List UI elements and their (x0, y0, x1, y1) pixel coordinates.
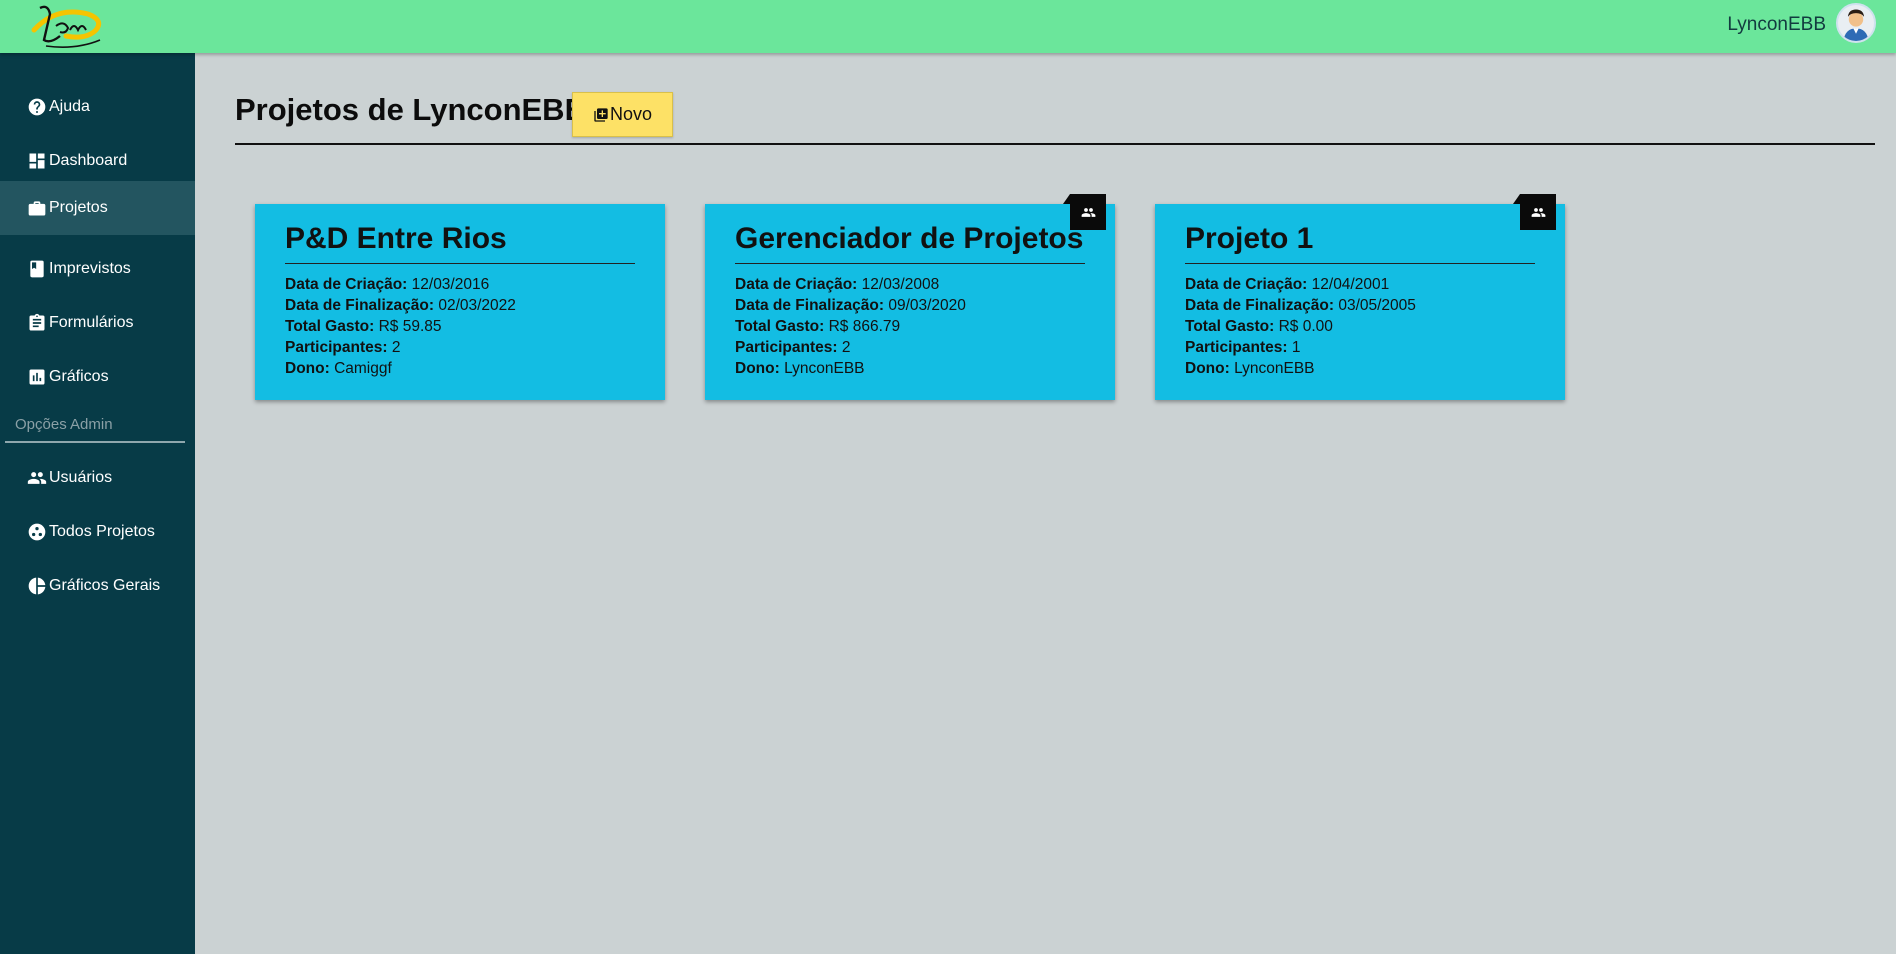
sidebar-item-ajuda[interactable]: Ajuda (0, 80, 195, 134)
project-name: Gerenciador de Projetos (735, 222, 1084, 255)
project-card[interactable]: P&D Entre Rios Data de Criação: 12/03/20… (255, 204, 665, 400)
sidebar-item-label: Ajuda (49, 98, 90, 115)
top-bar: LynconEBB (0, 0, 1896, 53)
sidebar-item-label: Formulários (49, 314, 134, 331)
spent-value: R$ 0.00 (1278, 318, 1333, 335)
people-icon (1531, 207, 1545, 217)
created-label: Data de Criação: (735, 276, 858, 293)
created-label: Data de Criação: (285, 276, 408, 293)
owner-value: LynconEBB (1234, 360, 1315, 377)
user-avatar[interactable] (1836, 3, 1876, 43)
sidebar-item-graficos[interactable]: Gráficos (0, 350, 195, 404)
participants-label: Participantes: (735, 339, 838, 356)
bar-chart-icon (27, 367, 47, 387)
sidebar-item-usuarios[interactable]: Usuários (0, 451, 195, 505)
clipboard-icon (27, 313, 47, 333)
participants-value: 2 (391, 339, 401, 356)
spent-label: Total Gasto: (1185, 318, 1275, 335)
project-details: Data de Criação: 12/04/2001 Data de Fina… (1185, 274, 1416, 379)
dashboard-icon (27, 151, 47, 171)
new-project-button[interactable]: Novo (572, 92, 673, 137)
sidebar: Ajuda Dashboard Projetos Imprevistos For… (0, 53, 195, 954)
sidebar-item-label: Imprevistos (49, 260, 131, 277)
created-value: 12/03/2008 (861, 276, 940, 293)
sidebar-item-label: Dashboard (49, 152, 128, 169)
sidebar-item-label: Todos Projetos (49, 523, 155, 540)
sidebar-item-label: Gráficos (49, 368, 109, 385)
briefcase-icon (27, 198, 47, 218)
participants-label: Participantes: (285, 339, 388, 356)
book-icon (27, 259, 47, 279)
sidebar-item-label: Projetos (49, 199, 108, 216)
project-card[interactable]: Projeto 1 Data de Criação: 12/04/2001 Da… (1155, 194, 1565, 400)
shared-badge (1513, 194, 1556, 230)
card-divider (285, 263, 635, 264)
sidebar-item-projetos[interactable]: Projetos (0, 181, 195, 235)
sidebar-item-imprevistos[interactable]: Imprevistos (0, 242, 195, 296)
finished-value: 02/03/2022 (438, 297, 516, 314)
finished-label: Data de Finalização: (1185, 297, 1335, 314)
sidebar-item-todos-projetos[interactable]: Todos Projetos (0, 505, 195, 559)
sidebar-item-dashboard[interactable]: Dashboard (0, 134, 195, 188)
owner-value: Camiggf (334, 360, 392, 377)
sidebar-item-formularios[interactable]: Formulários (0, 296, 195, 350)
created-value: 12/04/2001 (1311, 276, 1390, 293)
pie-chart-icon (27, 576, 47, 596)
owner-label: Dono: (735, 360, 780, 377)
participants-value: 1 (1291, 339, 1301, 356)
card-divider (735, 263, 1085, 264)
project-card[interactable]: Gerenciador de Projetos Data de Criação:… (705, 194, 1115, 400)
spent-value: R$ 59.85 (378, 318, 442, 335)
finished-value: 09/03/2020 (888, 297, 966, 314)
sidebar-item-graficos-gerais[interactable]: Gráficos Gerais (0, 559, 195, 613)
user-name[interactable]: LynconEBB (1727, 14, 1826, 36)
created-value: 12/03/2016 (411, 276, 490, 293)
spent-value: R$ 866.79 (828, 318, 901, 335)
admin-divider (5, 441, 185, 443)
help-circle-icon (27, 97, 47, 117)
spent-label: Total Gasto: (735, 318, 825, 335)
participants-label: Participantes: (1185, 339, 1288, 356)
project-details: Data de Criação: 12/03/2016 Data de Fina… (285, 274, 516, 379)
page-title: Projetos de LynconEBB (235, 92, 587, 127)
admin-section-label: Opções Admin (15, 416, 113, 433)
finished-label: Data de Finalização: (285, 297, 435, 314)
project-details: Data de Criação: 12/03/2008 Data de Fina… (735, 274, 966, 379)
people-icon (1081, 207, 1095, 217)
title-divider (235, 143, 1875, 145)
card-divider (1185, 263, 1535, 264)
finished-label: Data de Finalização: (735, 297, 885, 314)
projects-circle-icon (27, 522, 47, 542)
owner-label: Dono: (1185, 360, 1230, 377)
library-add-icon (594, 107, 608, 122)
project-name: P&D Entre Rios (285, 222, 507, 255)
project-name: Projeto 1 (1185, 222, 1314, 255)
group-icon (27, 468, 47, 488)
owner-value: LynconEBB (784, 360, 865, 377)
sidebar-item-label: Gráficos Gerais (49, 577, 161, 594)
finished-value: 03/05/2005 (1338, 297, 1416, 314)
spent-label: Total Gasto: (285, 318, 375, 335)
participants-value: 2 (841, 339, 851, 356)
logo[interactable] (26, 0, 108, 52)
sidebar-item-label: Usuários (49, 469, 113, 486)
created-label: Data de Criação: (1185, 276, 1308, 293)
owner-label: Dono: (285, 360, 330, 377)
new-button-label: Novo (609, 104, 653, 124)
